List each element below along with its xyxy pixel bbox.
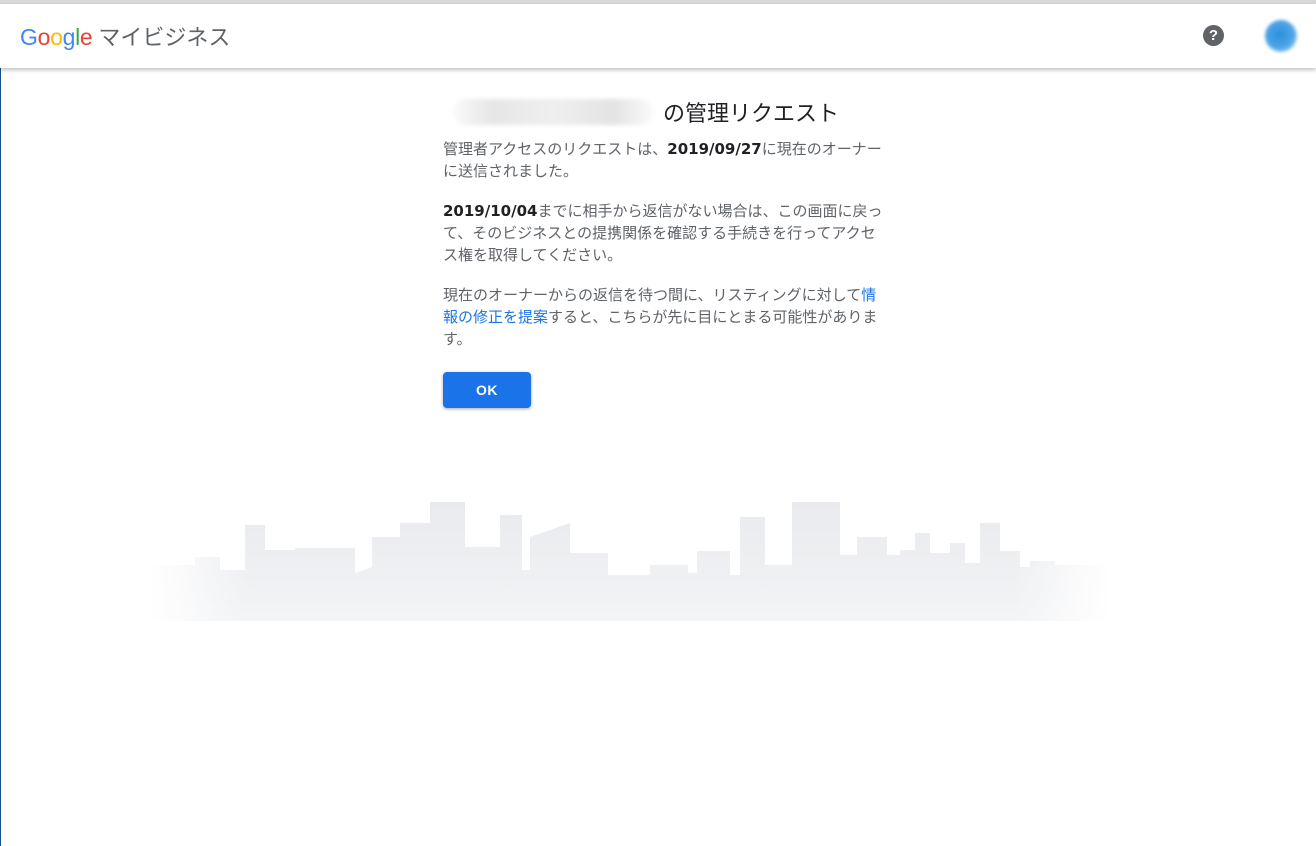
ok-button[interactable]: OK [443, 372, 531, 408]
main-content: の管理リクエスト 管理者アクセスのリクエストは、2019/09/27に現在のオー… [443, 95, 883, 350]
logo-letter: e [79, 24, 93, 50]
logo-letter: o [50, 24, 63, 50]
brand[interactable]: Google マイビジネス [20, 20, 230, 52]
avatar[interactable] [1265, 20, 1297, 52]
deadline-paragraph: 2019/10/04までに相手から返信がない場合は、この画面に戻って、そのビジネ… [443, 200, 883, 266]
google-logo: Google [20, 24, 93, 51]
logo-letter: o [37, 24, 51, 50]
request-sent-text: 管理者アクセスのリクエストは、 [443, 140, 668, 158]
help-icon[interactable]: ? [1203, 25, 1224, 46]
product-name: マイビジネス [98, 26, 231, 51]
deadline-date: 2019/10/04 [443, 202, 538, 220]
page-title: の管理リクエスト [453, 95, 883, 129]
business-name-redacted [453, 99, 653, 125]
city-skyline-illustration [150, 495, 1110, 621]
window-border [0, 0, 1, 846]
request-sent-paragraph: 管理者アクセスのリクエストは、2019/09/27に現在のオーナーに送信されまし… [443, 138, 883, 182]
request-date: 2019/09/27 [667, 140, 762, 158]
suggest-edit-paragraph: 現在のオーナーからの返信を待つ間に、リスティングに対して情報の修正を提案すると、… [443, 284, 883, 350]
page-title-text: の管理リクエスト [663, 102, 840, 127]
logo-letter: g [62, 24, 76, 50]
app-header: Google マイビジネス ? [0, 4, 1316, 68]
logo-letter: G [20, 24, 38, 50]
suggest-edit-text: 現在のオーナーからの返信を待つ間に、リスティングに対して [443, 286, 862, 304]
